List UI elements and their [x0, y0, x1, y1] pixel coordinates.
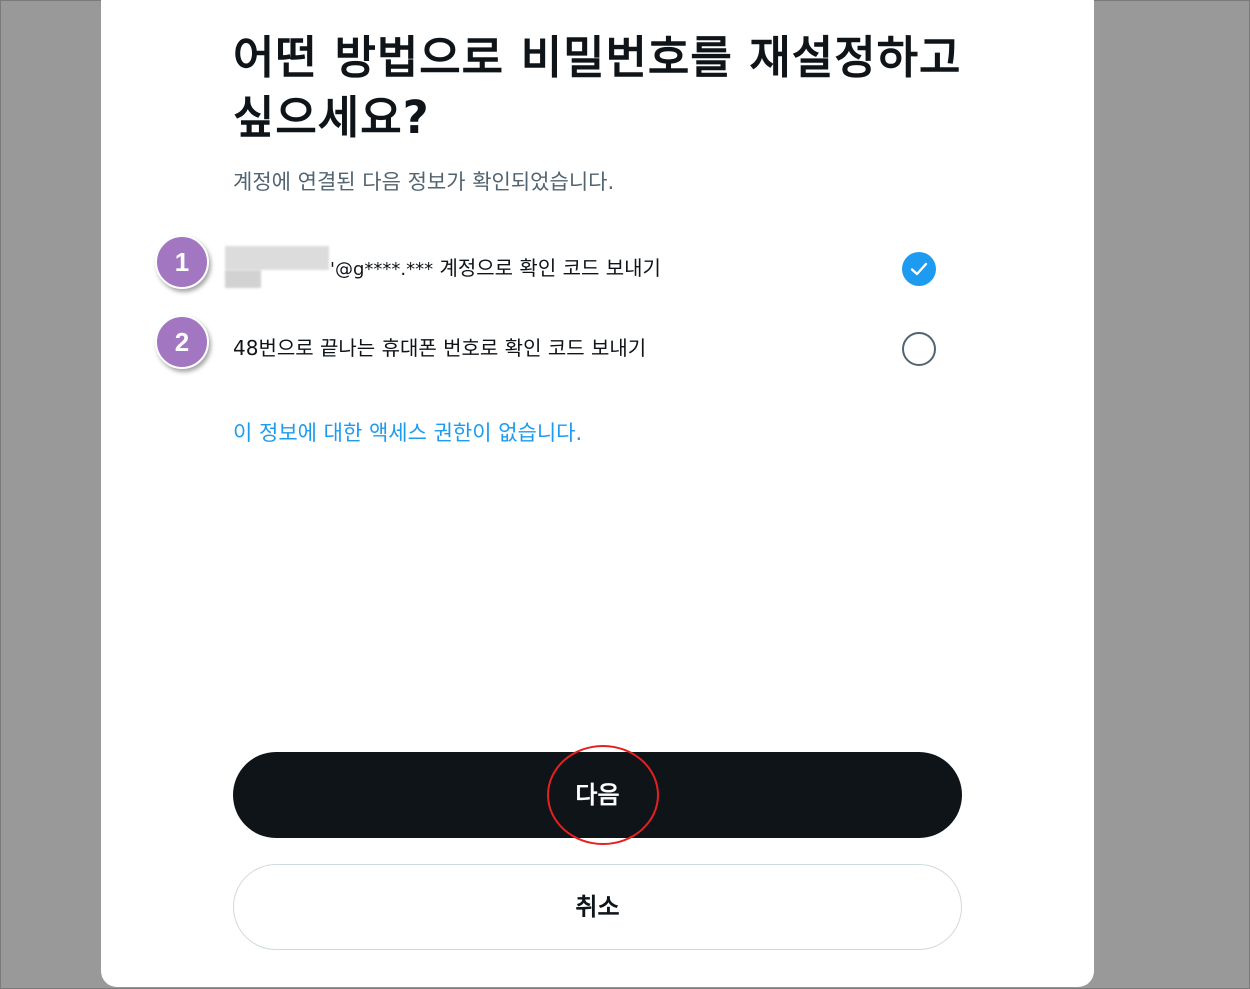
- option-email-label: '@g****.*** 계정으로 확인 코드 보내기: [225, 245, 661, 288]
- dialog-title: 어떤 방법으로 비밀번호를 재설정하고 싶으세요?: [233, 31, 962, 144]
- redacted-email-blur: [225, 245, 329, 288]
- dialog-subtitle: 계정에 연결된 다음 정보가 확인되었습니다.: [233, 170, 615, 194]
- no-access-link[interactable]: 이 정보에 대한 액세스 권한이 없습니다.: [233, 418, 582, 448]
- next-button[interactable]: 다음: [233, 752, 962, 838]
- option-phone[interactable]: 48번으로 끝나는 휴대폰 번호로 확인 코드 보내기: [233, 324, 943, 374]
- radio-unchecked-icon[interactable]: [902, 332, 936, 366]
- email-masked: '@g****.***: [330, 259, 434, 280]
- option-phone-label: 48번으로 끝나는 휴대폰 번호로 확인 코드 보내기: [233, 336, 647, 360]
- password-reset-dialog: [101, 0, 1094, 987]
- option-email-text: 계정으로 확인 코드 보내기: [433, 256, 661, 280]
- step-badge-2: 2: [155, 315, 209, 369]
- radio-checked-icon[interactable]: [902, 252, 936, 286]
- cancel-button[interactable]: 취소: [233, 864, 962, 950]
- step-badge-1: 1: [155, 235, 209, 289]
- option-email[interactable]: '@g****.*** 계정으로 확인 코드 보내기: [225, 244, 943, 294]
